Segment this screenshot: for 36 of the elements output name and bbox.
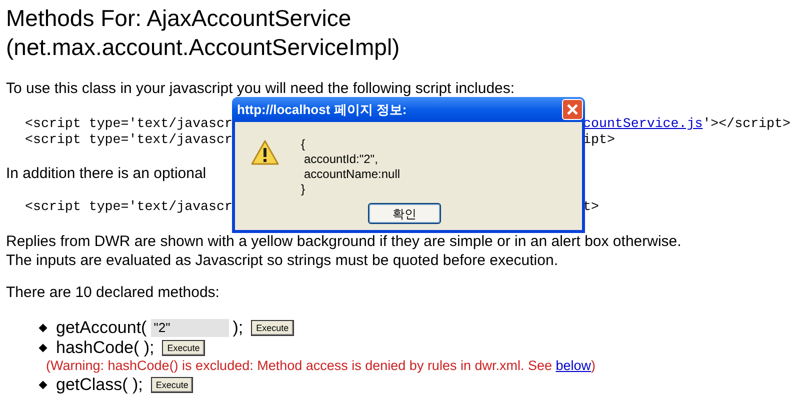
message-text: { [301,137,306,152]
bullet-icon [38,380,48,390]
bullet-icon [38,324,48,332]
execute-button[interactable]: Execute [162,340,205,356]
note-text: Replies from DWR are shown with a yellow background if they are simple or in an alert box otherwise. [6,232,682,251]
dialog-title: http://localhost 페이지 정보: [237,100,407,119]
close-icon [566,103,579,116]
message-text: accountName:null [303,167,400,182]
page-heading: (net.max.account.AccountServiceImpl) [6,33,400,62]
script-link[interactable]: countService.js [583,116,703,132]
code-text: <script type='text/javascr [25,116,232,131]
execute-button[interactable]: Execute [251,320,294,336]
methods-count-text: There are 10 declared methods: [6,284,220,302]
method-name: ); [232,317,244,340]
ok-button[interactable]: 확인 [368,203,441,224]
note-text: The inputs are evaluated as Javascript so strings must be quoted before execution. [6,251,558,270]
intro-text: To use this class in your javascript you will need the following script includes: [6,80,515,98]
method-name: hashCode( ); [56,337,154,360]
bullet-icon [38,344,48,352]
message-text: } [301,182,306,197]
execute-button[interactable]: Execute [150,377,194,393]
warning-text: (Warning: hashCode() is excluded: Method access is denied by rules in dwr.xml. See below) [45,357,596,375]
code-text: '></script> [702,116,790,132]
note-text: In addition there is an optional [6,165,206,183]
page-heading: Methods For: AjaxAccountService [6,4,352,33]
warning-icon [250,139,280,167]
code-text: <script type='text/javascr [25,199,232,214]
method-name: getClass( ); [56,374,143,396]
code-text: t> [583,199,599,215]
method-name: getAccount( [56,317,147,340]
code-text: ipt> [583,132,615,148]
code-text: <script type='text/javascr [25,132,232,147]
message-text: accountId:"2", [303,152,378,167]
below-link[interactable]: below [556,358,592,373]
close-button[interactable] [562,99,583,120]
parameter-input[interactable]: "2" [150,319,229,337]
